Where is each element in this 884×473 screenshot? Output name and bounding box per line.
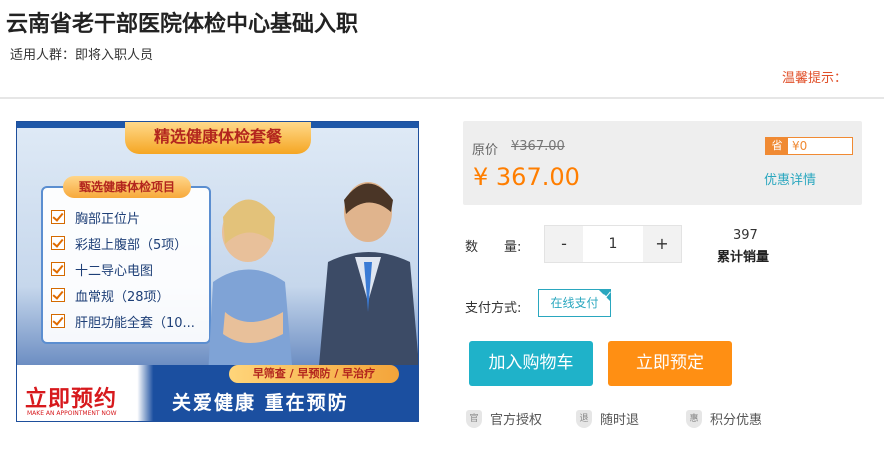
divider [0, 97, 884, 99]
checkbox-icon [51, 288, 65, 302]
audience-text: 适用人群：即将入职人员 [10, 48, 154, 63]
assurance-label: 积分优惠 [710, 413, 763, 428]
shield-icon: 退 [576, 409, 592, 428]
checkbox-icon [51, 210, 65, 224]
quantity-input[interactable]: 1 [583, 226, 643, 262]
assurance-label: 随时退 [600, 413, 640, 428]
item-label: 十二导心电图 [75, 263, 154, 279]
list-item: 肝胆功能全套（10... [51, 308, 195, 334]
banner-ribbon: 精选健康体检套餐 [125, 122, 311, 154]
assurance-official: 官 官方授权 [466, 409, 542, 428]
banner-slogan: 关爱健康 重在预防 [172, 392, 349, 414]
list-item: 十二导心电图 [51, 256, 195, 282]
list-item: 血常规（28项） [51, 282, 195, 308]
product-title: 云南省老干部医院体检中心基础入职 [6, 12, 359, 37]
current-price: ¥ 367.00 [473, 163, 580, 191]
people-illustration [208, 182, 418, 377]
appointment-text-en: MAKE AN APPOINTMENT NOW [27, 410, 117, 417]
decrement-button[interactable]: - [545, 226, 583, 262]
original-price: ¥367.00 [511, 139, 565, 154]
payment-label: 支付方式: [465, 301, 522, 316]
checkbox-icon [51, 314, 65, 328]
save-tag: 省 [766, 138, 788, 154]
shield-icon: 惠 [686, 409, 702, 428]
item-label: 肝胆功能全套（10... [75, 315, 195, 331]
payment-option-label: 在线支付 [550, 296, 599, 310]
item-label: 胸部正位片 [75, 211, 141, 227]
checkup-items-card: 甄选健康体检项目 胸部正位片 彩超上腹部（5项） 十二导心电图 血常规（28项）… [41, 176, 211, 344]
item-label: 彩超上腹部（5项） [75, 237, 188, 253]
checkup-items-list: 胸部正位片 彩超上腹部（5项） 十二导心电图 血常规（28项） 肝胆功能全套（1… [51, 204, 195, 334]
checkbox-icon [51, 262, 65, 276]
card-title: 甄选健康体检项目 [63, 176, 191, 198]
book-now-button[interactable]: 立即预定 [608, 341, 732, 386]
list-item: 彩超上腹部（5项） [51, 230, 195, 256]
payment-option-online[interactable]: 在线支付 [538, 289, 611, 317]
save-value: ¥0 [792, 139, 808, 153]
original-price-label: 原价 [472, 143, 499, 158]
checkbox-icon [51, 236, 65, 250]
shield-icon: 官 [466, 409, 482, 428]
appointment-text: 立即预约 [25, 387, 118, 412]
savings-badge: 省 ¥0 [765, 137, 853, 155]
sales-label: 累计销量 [717, 250, 770, 265]
sales-count: 397 [733, 228, 758, 243]
assurance-label: 官方授权 [490, 413, 543, 428]
quantity-stepper: - 1 + [544, 225, 682, 263]
quantity-label: 数 量: [465, 240, 522, 255]
price-panel: 原价 ¥367.00 ¥ 367.00 省 ¥0 优惠详情 [463, 121, 862, 205]
product-banner-image: 精选健康体检套餐 甄选健康体检项目 胸部正位片 彩超上腹部（5项） 十二导心电图… [16, 121, 419, 422]
assurance-refund: 退 随时退 [576, 409, 639, 428]
three-early-slogan: 早筛查 / 早预防 / 早治疗 [229, 365, 399, 383]
tip-label: 温馨提示： [781, 71, 847, 86]
discount-details-link[interactable]: 优惠详情 [764, 169, 816, 188]
assurance-points: 惠 积分优惠 [686, 409, 762, 428]
item-label: 血常规（28项） [75, 289, 170, 305]
list-item: 胸部正位片 [51, 204, 195, 230]
add-to-cart-button[interactable]: 加入购物车 [469, 341, 593, 386]
increment-button[interactable]: + [643, 226, 681, 262]
